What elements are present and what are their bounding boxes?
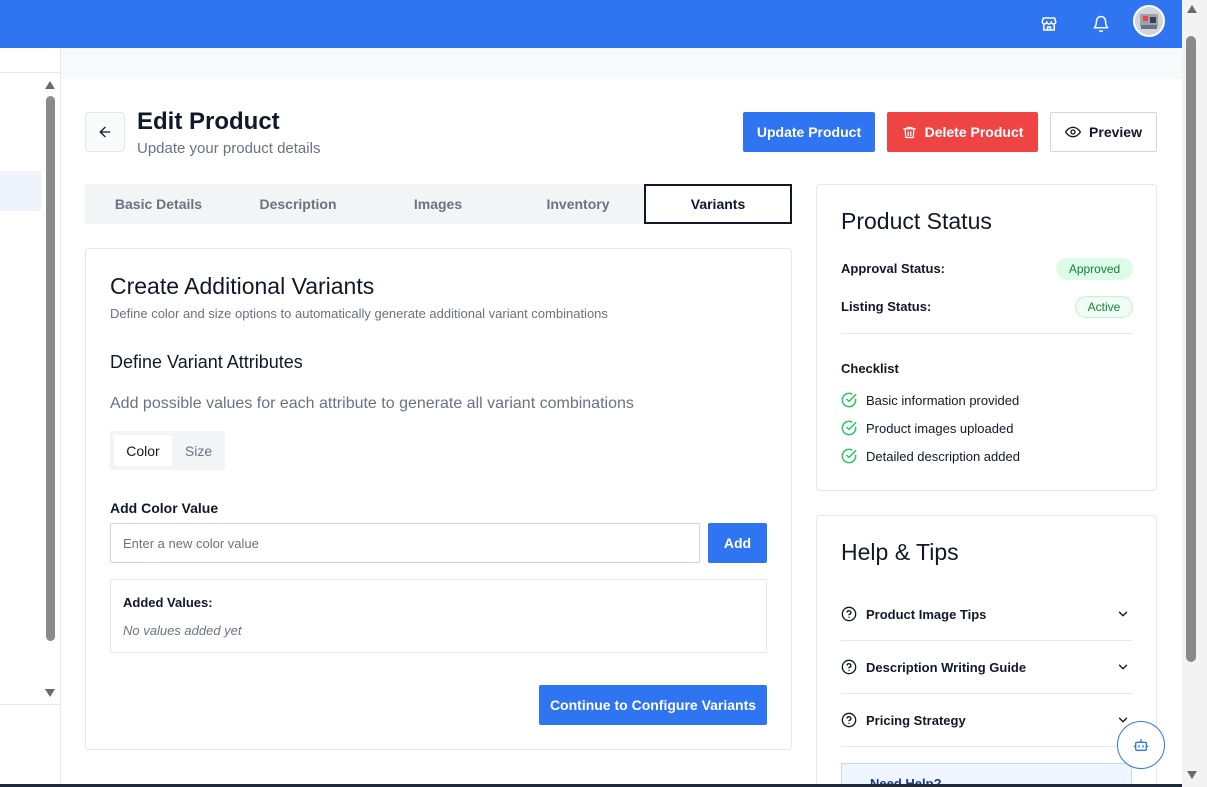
page-subtitle: Update your product details xyxy=(137,140,321,157)
checklist-item: Basic information provided xyxy=(841,392,1019,408)
back-button[interactable] xyxy=(85,112,125,152)
accordion-pricing-strategy[interactable]: Pricing Strategy xyxy=(841,706,1132,734)
page-scrollbar[interactable] xyxy=(1186,36,1196,662)
approval-status-label: Approval Status: xyxy=(841,261,946,276)
accordion-label: Pricing Strategy xyxy=(866,712,966,728)
attribute-tab-size[interactable]: Size xyxy=(176,435,221,466)
status-divider xyxy=(841,333,1132,334)
tab-images[interactable]: Images xyxy=(368,184,508,224)
sidebar-divider xyxy=(0,704,61,705)
check-circle-icon xyxy=(841,448,857,464)
top-navbar xyxy=(0,0,1182,48)
avatar[interactable] xyxy=(1133,5,1165,37)
accordion-divider xyxy=(841,640,1132,641)
check-circle-icon xyxy=(841,420,857,436)
accordion-description-guide[interactable]: Description Writing Guide xyxy=(841,653,1132,681)
added-values-box xyxy=(110,579,767,653)
listing-status-badge: Active xyxy=(1075,296,1133,318)
added-values-empty: No values added yet xyxy=(123,623,242,638)
bot-icon xyxy=(1133,739,1149,751)
product-tabs: Basic Details Description Images Invento… xyxy=(85,184,792,224)
need-help-box: Need Help? xyxy=(841,763,1132,784)
tab-description[interactable]: Description xyxy=(228,184,368,224)
chevron-down-icon xyxy=(1116,607,1130,621)
arrow-left-icon xyxy=(99,126,111,138)
tab-basic-details[interactable]: Basic Details xyxy=(85,184,232,224)
attribute-tab-color[interactable]: Color xyxy=(114,435,172,466)
color-value-input[interactable] xyxy=(110,523,700,563)
accordion-divider xyxy=(841,693,1132,694)
continue-configure-button[interactable]: Continue to Configure Variants xyxy=(539,685,767,725)
help-tips-title: Help & Tips xyxy=(841,539,959,565)
help-circle-icon xyxy=(841,712,857,728)
preview-label: Preview xyxy=(1089,124,1142,140)
sidebar-item-active[interactable] xyxy=(0,171,41,211)
scroll-up-icon[interactable] xyxy=(1186,4,1198,14)
help-circle-icon xyxy=(841,606,857,622)
need-help-title: Need Help? xyxy=(870,776,942,784)
accordion-divider xyxy=(841,746,1132,747)
add-color-label: Add Color Value xyxy=(110,500,219,516)
accordion-label: Description Writing Guide xyxy=(866,659,1027,675)
update-product-button[interactable]: Update Product xyxy=(743,112,875,152)
continue-configure-label: Continue to Configure Variants xyxy=(549,697,757,713)
page-title: Edit Product xyxy=(137,108,280,135)
accordion-product-image-tips[interactable]: Product Image Tips xyxy=(841,600,1132,628)
checklist-item-label: Product images uploaded xyxy=(866,420,1014,436)
scroll-down-icon[interactable] xyxy=(1186,770,1198,780)
scroll-down-icon[interactable] xyxy=(44,688,56,698)
variants-card xyxy=(85,248,792,750)
trash-icon xyxy=(902,126,916,138)
checklist-item: Product images uploaded xyxy=(841,420,1013,436)
accordion-label: Product Image Tips xyxy=(866,606,987,622)
product-status-title: Product Status xyxy=(841,208,992,234)
variants-subtitle: Define color and size options to automat… xyxy=(110,306,608,321)
variants-title: Create Additional Variants xyxy=(110,273,375,299)
attributes-title: Define Variant Attributes xyxy=(110,352,303,372)
preview-button[interactable]: Preview xyxy=(1050,112,1157,152)
checklist-item-label: Detailed description added xyxy=(866,448,1020,464)
checklist-item: Detailed description added xyxy=(841,448,1020,464)
checklist-title: Checklist xyxy=(841,361,899,376)
attributes-subtitle: Add possible values for each attribute t… xyxy=(110,395,634,412)
checklist-item-label: Basic information provided xyxy=(866,392,1020,408)
approval-status-badge: Approved xyxy=(1056,258,1133,280)
scroll-up-icon[interactable] xyxy=(44,80,56,90)
sidebar-scrollbar[interactable] xyxy=(46,96,55,641)
eye-icon xyxy=(1065,126,1082,138)
check-circle-icon xyxy=(841,392,857,408)
sidebar xyxy=(0,48,61,787)
listing-status-label: Listing Status: xyxy=(841,299,932,314)
bell-icon[interactable] xyxy=(1087,10,1115,38)
chevron-down-icon xyxy=(1116,660,1130,674)
chatbot-button[interactable] xyxy=(1117,721,1165,769)
delete-product-label: Delete Product xyxy=(924,124,1024,140)
delete-product-button[interactable]: Delete Product xyxy=(887,112,1038,152)
subheader-bar xyxy=(61,48,1182,79)
sidebar-divider xyxy=(0,72,61,73)
help-circle-icon xyxy=(841,659,857,675)
added-values-title: Added Values: xyxy=(123,595,213,610)
tab-inventory[interactable]: Inventory xyxy=(508,184,648,224)
add-value-label: Add xyxy=(723,535,752,551)
update-product-label: Update Product xyxy=(756,124,862,140)
tab-variants[interactable]: Variants xyxy=(644,184,792,224)
add-value-button[interactable]: Add xyxy=(708,523,767,563)
attribute-switcher: Color Size xyxy=(110,431,225,470)
store-icon[interactable] xyxy=(1035,10,1063,38)
